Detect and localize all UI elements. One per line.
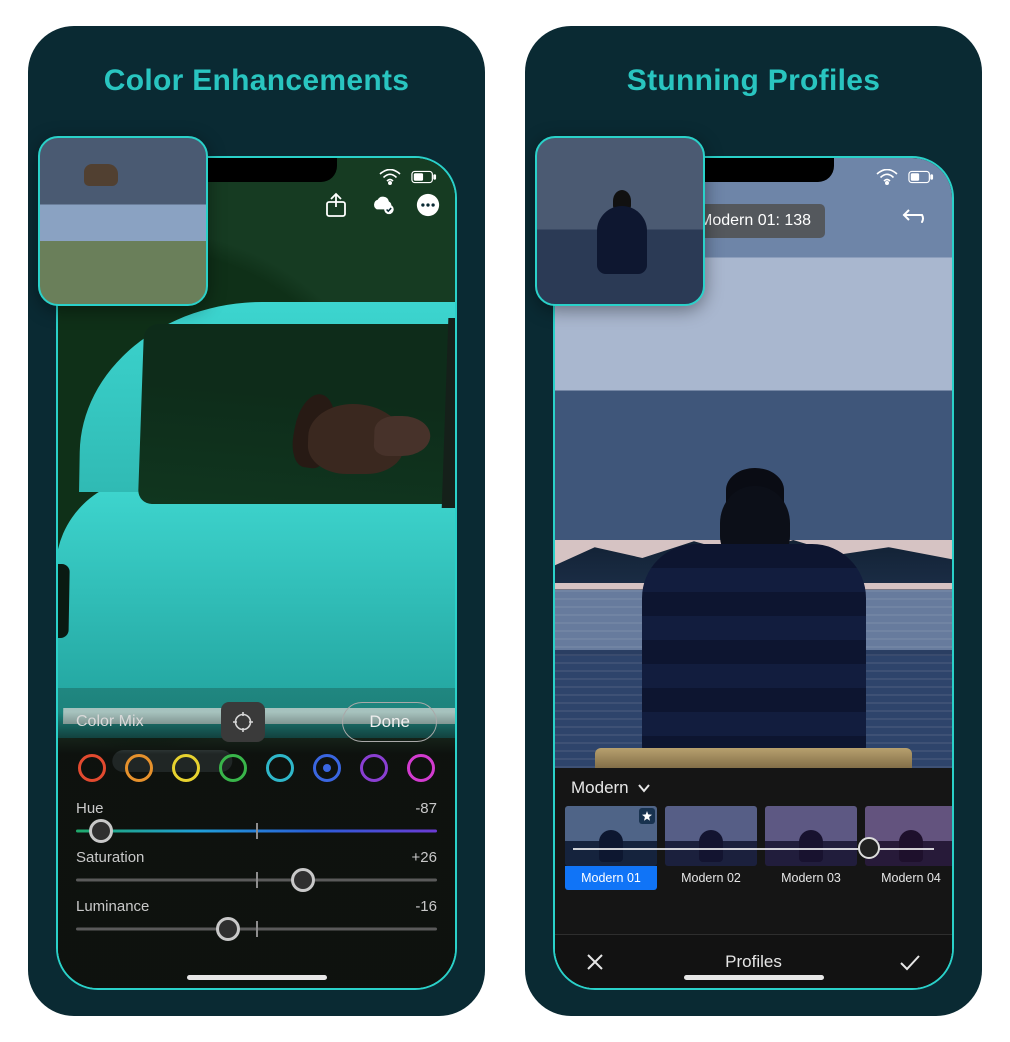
profile-category-dropdown[interactable]: Modern	[555, 768, 952, 806]
profiles-panel: Modern Modern 01 Modern 02 Modern 03 Modern…	[555, 768, 952, 988]
card-stunning-profiles: Stunning Profiles Modern 01: 138	[525, 26, 982, 1016]
before-thumbnail	[38, 136, 208, 306]
undo-icon[interactable]	[902, 204, 932, 226]
card-headline: Stunning Profiles	[525, 64, 982, 98]
more-icon[interactable]	[415, 192, 441, 218]
app-store-screenshots: Color Enhancements	[0, 0, 1010, 1042]
profile-thumb-label: Modern 03	[765, 866, 857, 890]
saturation-label: Saturation	[76, 849, 144, 866]
color-swatch-1[interactable]	[125, 754, 153, 782]
status-bar	[377, 164, 437, 190]
color-swatch-2[interactable]	[172, 754, 200, 782]
color-swatch-3[interactable]	[219, 754, 247, 782]
hue-value: -87	[415, 800, 437, 817]
hue-label: Hue	[76, 800, 104, 817]
chevron-down-icon	[637, 783, 651, 793]
profile-thumb-label: Modern 02	[665, 866, 757, 890]
profile-toast: Modern 01: 138	[685, 204, 825, 238]
cancel-button[interactable]	[577, 944, 613, 980]
color-swatch-6[interactable]	[360, 754, 388, 782]
saturation-value: +26	[412, 849, 437, 866]
cloud-sync-icon[interactable]	[369, 192, 395, 218]
confirm-button[interactable]	[890, 944, 930, 980]
luminance-label: Luminance	[76, 898, 149, 915]
status-bar	[874, 164, 934, 190]
color-swatch-5[interactable]	[313, 754, 341, 782]
before-thumbnail	[535, 136, 705, 306]
target-adjust-button[interactable]	[221, 702, 265, 742]
battery-icon	[411, 164, 437, 190]
profile-thumb-label: Modern 01	[565, 866, 657, 890]
home-indicator[interactable]	[684, 975, 824, 980]
color-swatch-0[interactable]	[78, 754, 106, 782]
profile-thumb-label: Modern 04	[865, 866, 952, 890]
saturation-slider[interactable]	[76, 868, 437, 892]
wifi-icon	[874, 164, 900, 190]
profile-intensity-slider[interactable]	[573, 838, 934, 858]
home-indicator[interactable]	[187, 975, 327, 980]
battery-icon	[908, 164, 934, 190]
card-headline: Color Enhancements	[28, 64, 485, 98]
card-color-enhancements: Color Enhancements	[28, 26, 485, 1016]
top-toolbar	[323, 192, 441, 218]
favorite-star-icon	[639, 808, 655, 824]
color-swatch-4[interactable]	[266, 754, 294, 782]
share-icon[interactable]	[323, 192, 349, 218]
color-swatch-7[interactable]	[407, 754, 435, 782]
panel-title: Color Mix	[76, 713, 144, 731]
wifi-icon	[377, 164, 403, 190]
profile-category-label: Modern	[571, 778, 629, 798]
color-swatches	[78, 754, 435, 782]
luminance-value: -16	[415, 898, 437, 915]
done-button[interactable]: Done	[342, 702, 437, 742]
hue-slider[interactable]	[76, 819, 437, 843]
luminance-slider[interactable]	[76, 917, 437, 941]
color-mix-panel: Color Mix Done Hue -87 Saturation	[58, 688, 455, 988]
